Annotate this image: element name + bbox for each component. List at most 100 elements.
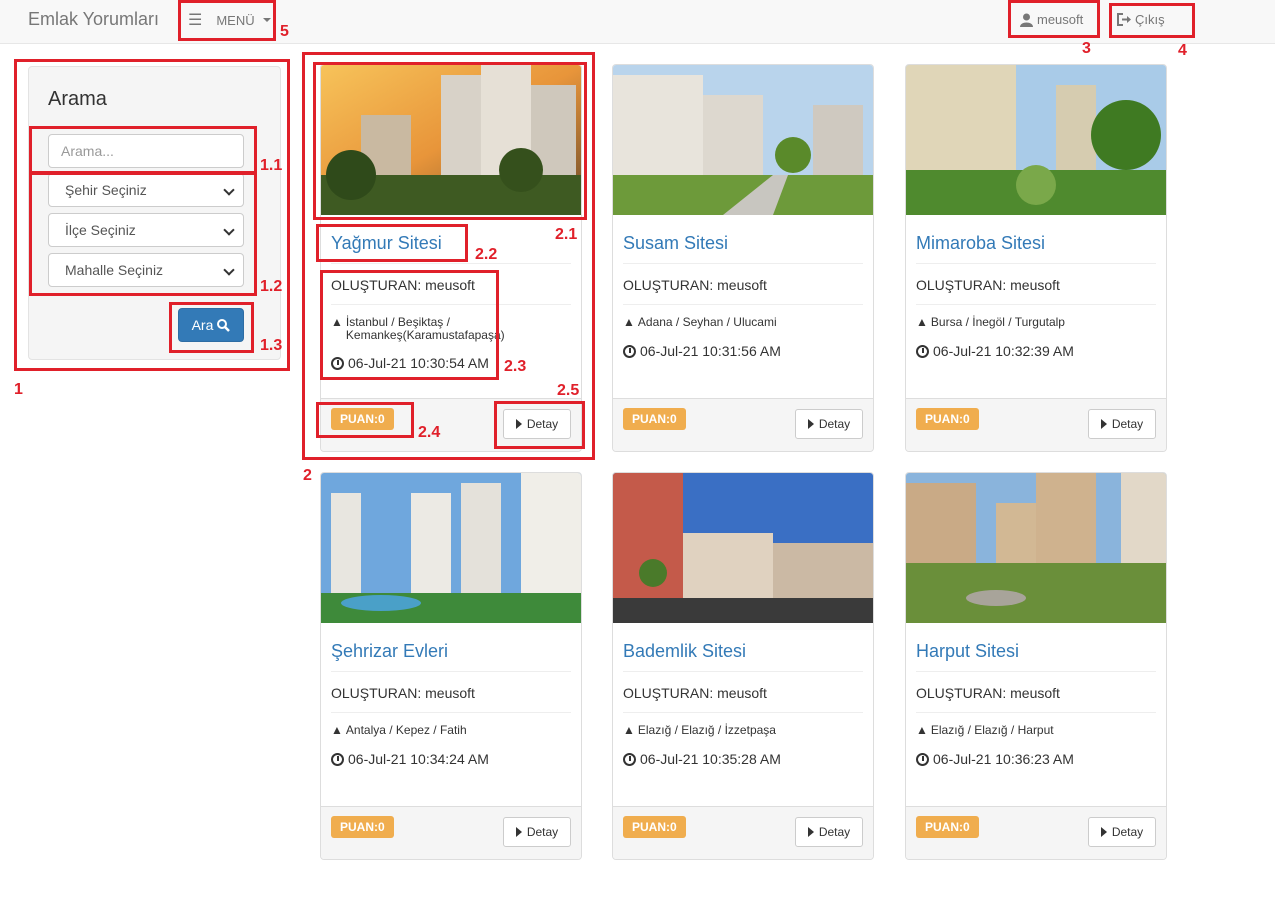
listing-card: Bademlik Sitesi OLUŞTURAN: meusoft ▲ Elazığ… bbox=[612, 472, 874, 860]
divider bbox=[623, 712, 863, 713]
listing-location: ▲ Antalya / Kepez / Fatih bbox=[331, 724, 571, 737]
annotation-box-1-3 bbox=[169, 302, 254, 353]
annotation-label-1: 1 bbox=[14, 381, 23, 398]
detail-button[interactable]: Detay bbox=[795, 817, 863, 847]
annotation-box-1-2 bbox=[29, 172, 257, 296]
clock-icon bbox=[623, 344, 636, 358]
brand-link[interactable]: Emlak Yorumları bbox=[28, 9, 159, 30]
listing-title[interactable]: Susam Sitesi bbox=[623, 233, 728, 254]
listing-date-text: 06-Jul-21 10:35:28 AM bbox=[640, 751, 781, 767]
divider bbox=[916, 712, 1156, 713]
listing-date: 06-Jul-21 10:34:24 AM bbox=[331, 751, 489, 767]
annotation-label-5: 5 bbox=[280, 23, 289, 40]
annotation-label-1-1: 1.1 bbox=[260, 157, 283, 174]
clock-icon bbox=[916, 752, 929, 766]
divider bbox=[916, 304, 1156, 305]
listing-footer: PUAN:0 Detay bbox=[613, 806, 873, 859]
listing-title[interactable]: Harput Sitesi bbox=[916, 641, 1019, 662]
listing-date-text: 06-Jul-21 10:34:24 AM bbox=[348, 751, 489, 767]
annotation-box-2-2 bbox=[316, 224, 468, 262]
clock-icon bbox=[331, 752, 344, 766]
detail-button[interactable]: Detay bbox=[795, 409, 863, 439]
score-badge: PUAN:0 bbox=[623, 816, 686, 838]
listing-creator: OLUŞTURAN: meusoft bbox=[623, 277, 767, 293]
annotation-label-2: 2 bbox=[303, 467, 312, 484]
detail-button-label: Detay bbox=[818, 417, 851, 431]
listing-location-text: Adana / Seyhan / Ulucami bbox=[637, 315, 777, 329]
listing-date: 06-Jul-21 10:32:39 AM bbox=[916, 343, 1074, 359]
annotation-label-2-4: 2.4 bbox=[418, 424, 441, 441]
play-icon bbox=[1100, 827, 1107, 837]
listing-card: Susam Sitesi OLUŞTURAN: meusoft ▲ Adana / S… bbox=[612, 64, 874, 452]
play-icon bbox=[1100, 419, 1107, 429]
annotation-box-3 bbox=[1008, 0, 1100, 38]
score-badge: PUAN:0 bbox=[331, 816, 394, 838]
listing-date: 06-Jul-21 10:31:56 AM bbox=[623, 343, 781, 359]
listing-photo[interactable] bbox=[613, 65, 874, 215]
listing-photo[interactable] bbox=[906, 473, 1167, 623]
score-badge: PUAN:0 bbox=[916, 408, 979, 430]
listing-date: 06-Jul-21 10:36:23 AM bbox=[916, 751, 1074, 767]
detail-button-label: Detay bbox=[818, 825, 851, 839]
listing-creator: OLUŞTURAN: meusoft bbox=[916, 277, 1060, 293]
listing-creator: OLUŞTURAN: meusoft bbox=[623, 685, 767, 701]
score-badge: PUAN:0 bbox=[916, 816, 979, 838]
listing-footer: PUAN:0 Detay bbox=[321, 806, 581, 859]
listing-date: 06-Jul-21 10:35:28 AM bbox=[623, 751, 781, 767]
listing-footer: PUAN:0 Detay bbox=[613, 398, 873, 451]
divider bbox=[916, 263, 1156, 264]
annotation-label-1-2: 1.2 bbox=[260, 278, 283, 295]
listing-photo[interactable] bbox=[321, 473, 582, 623]
divider bbox=[623, 263, 863, 264]
detail-button[interactable]: Detay bbox=[1088, 817, 1156, 847]
annotation-label-2-1: 2.1 bbox=[555, 226, 578, 243]
listing-location: ▲ Elazığ / Elazığ / Harput bbox=[916, 724, 1156, 737]
listing-title[interactable]: Bademlik Sitesi bbox=[623, 641, 746, 662]
listing-location-text: Antalya / Kepez / Fatih bbox=[345, 723, 467, 737]
road-icon: ▲ bbox=[916, 315, 928, 329]
road-icon: ▲ bbox=[916, 723, 928, 737]
score-badge: PUAN:0 bbox=[623, 408, 686, 430]
listing-location-text: Elazığ / Elazığ / Harput bbox=[930, 723, 1054, 737]
listing-location: ▲ Elazığ / Elazığ / İzzetpaşa bbox=[623, 724, 863, 737]
listing-photo[interactable] bbox=[613, 473, 874, 623]
annotation-label-2-3: 2.3 bbox=[504, 358, 527, 375]
divider bbox=[331, 671, 571, 672]
annotation-box-4 bbox=[1109, 3, 1195, 38]
listing-creator: OLUŞTURAN: meusoft bbox=[331, 685, 475, 701]
detail-button[interactable]: Detay bbox=[503, 817, 571, 847]
listing-date-text: 06-Jul-21 10:36:23 AM bbox=[933, 751, 1074, 767]
listing-footer: PUAN:0 Detay bbox=[906, 806, 1166, 859]
listing-title[interactable]: Mimaroba Sitesi bbox=[916, 233, 1045, 254]
play-icon bbox=[807, 419, 814, 429]
divider bbox=[916, 671, 1156, 672]
listing-footer: PUAN:0 Detay bbox=[906, 398, 1166, 451]
listing-location: ▲ Adana / Seyhan / Ulucami bbox=[623, 316, 863, 329]
divider bbox=[623, 304, 863, 305]
annotation-box-2-5 bbox=[494, 401, 585, 449]
listing-location-text: Elazığ / Elazığ / İzzetpaşa bbox=[637, 723, 776, 737]
listing-location: ▲ Bursa / İnegöl / Turgutalp bbox=[916, 316, 1156, 329]
divider bbox=[331, 712, 571, 713]
annotation-label-4: 4 bbox=[1178, 42, 1187, 59]
annotation-label-3: 3 bbox=[1082, 40, 1091, 57]
play-icon bbox=[515, 827, 522, 837]
detail-button-label: Detay bbox=[526, 825, 559, 839]
divider bbox=[623, 671, 863, 672]
detail-button[interactable]: Detay bbox=[1088, 409, 1156, 439]
listing-card: Mimaroba Sitesi OLUŞTURAN: meusoft ▲ Bursa … bbox=[905, 64, 1167, 452]
listing-card: Harput Sitesi OLUŞTURAN: meusoft ▲ Elazığ /… bbox=[905, 472, 1167, 860]
listing-title[interactable]: Şehrizar Evleri bbox=[331, 641, 448, 662]
clock-icon bbox=[916, 344, 929, 358]
detail-button-label: Detay bbox=[1111, 417, 1144, 431]
road-icon: ▲ bbox=[331, 723, 343, 737]
annotation-label-1-3: 1.3 bbox=[260, 337, 283, 354]
annotation-box-5 bbox=[178, 0, 276, 41]
annotation-box-2-1 bbox=[313, 62, 587, 220]
detail-button-label: Detay bbox=[1111, 825, 1144, 839]
listing-photo[interactable] bbox=[906, 65, 1167, 215]
annotation-box-1-1 bbox=[29, 126, 257, 174]
listing-date-text: 06-Jul-21 10:31:56 AM bbox=[640, 343, 781, 359]
annotation-box-2-3 bbox=[320, 270, 499, 380]
listing-location-text: Bursa / İnegöl / Turgutalp bbox=[930, 315, 1065, 329]
